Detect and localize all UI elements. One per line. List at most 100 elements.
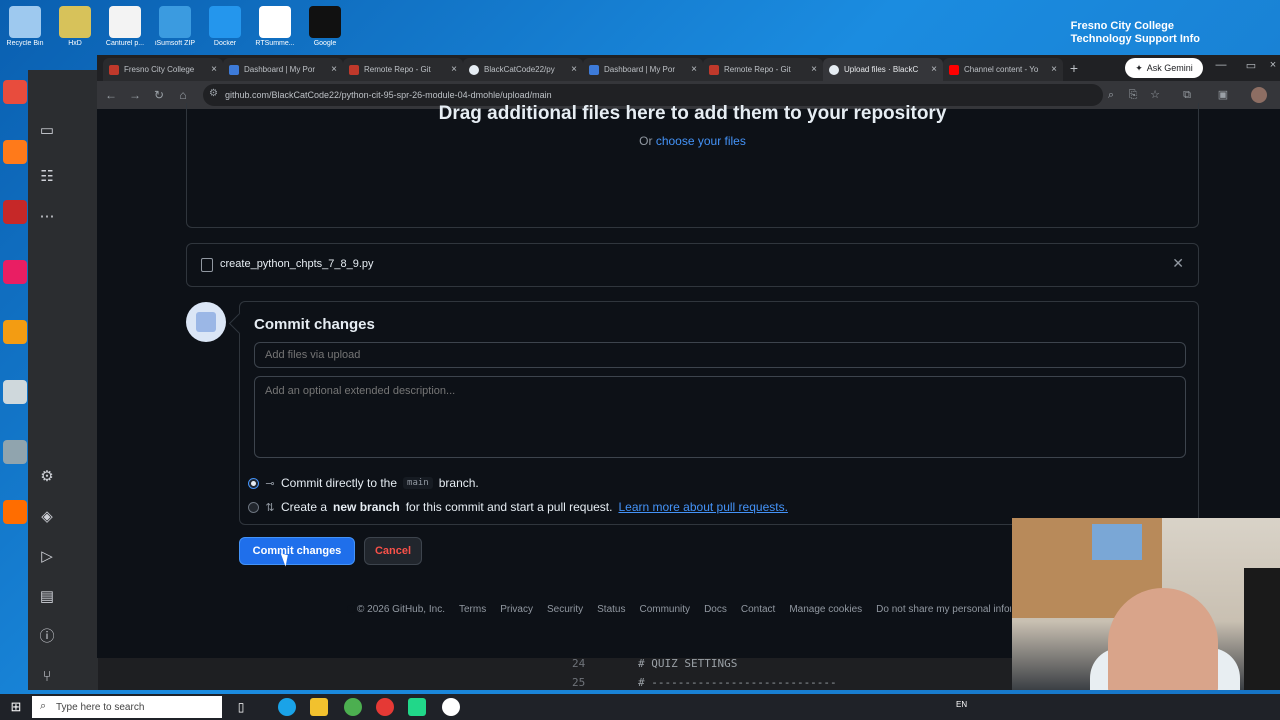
new-tab-button[interactable]: + [1065, 59, 1083, 77]
home-icon[interactable]: ⌂ [175, 87, 191, 103]
desktop-icon[interactable]: Recycle Bin [0, 4, 50, 58]
desktop-icon[interactable] [0, 500, 30, 556]
more-icon[interactable]: ⋯ [36, 206, 58, 228]
close-icon[interactable]: × [931, 64, 937, 75]
taskbar: ⊞ ⌕ Type here to search ▯ EN [0, 694, 1280, 720]
desktop-icon-label: Google [313, 40, 337, 47]
desktop-icon[interactable]: Docker [200, 4, 250, 58]
packages-icon[interactable]: ◈ [36, 506, 58, 528]
choose-files-link[interactable]: choose your files [656, 134, 746, 148]
maximize-icon[interactable]: ▭ [1241, 59, 1261, 72]
close-icon[interactable]: × [811, 64, 817, 75]
learn-more-link[interactable]: Learn more about pull requests. [618, 500, 787, 514]
terminal-icon[interactable]: ▤ [36, 586, 58, 608]
desktop-icon[interactable] [0, 260, 30, 316]
github-desktop-icon[interactable] [442, 698, 460, 716]
browser-tab-active[interactable]: Upload files · BlackC × [823, 58, 943, 81]
commit-direct-option[interactable]: ⊸ Commit directly to the main branch. [248, 474, 479, 492]
monitor-icon [3, 440, 27, 464]
python-icon[interactable]: ⚙ [36, 466, 58, 488]
desktop-icon[interactable] [0, 200, 30, 256]
drop-zone[interactable]: Drag additional files here to add them t… [186, 103, 1199, 228]
minimize-icon[interactable]: — [1211, 59, 1231, 71]
footer-link-manage-cookies[interactable]: Manage cookies [789, 604, 862, 615]
person-head [1108, 588, 1218, 690]
desktop-icon[interactable] [0, 320, 30, 376]
git-icon[interactable]: ⑂ [36, 666, 58, 688]
browser-tab[interactable]: Channel content - Yo × [943, 58, 1063, 81]
close-icon[interactable]: × [691, 64, 697, 75]
footer-link-do-not-share[interactable]: Do not share my personal infor [876, 604, 1011, 615]
desktop-icon[interactable] [0, 80, 30, 136]
extensions-icon[interactable]: ⧉ [1179, 87, 1195, 103]
desktop-icon[interactable] [0, 440, 30, 496]
install-icon[interactable]: ⎘ [1125, 87, 1141, 103]
sparkle-icon: ✦ [1135, 62, 1143, 73]
footer-link-docs[interactable]: Docs [704, 604, 727, 615]
pycharm-icon[interactable] [408, 698, 426, 716]
commit-description-field[interactable] [254, 376, 1186, 458]
footer-link-privacy[interactable]: Privacy [500, 604, 533, 615]
edge-icon[interactable] [278, 698, 296, 716]
desktop-icon[interactable]: Canturel p... [100, 4, 150, 58]
chrome-profile-icon[interactable] [376, 698, 394, 716]
close-icon[interactable]: × [1051, 64, 1057, 75]
github-icon [829, 64, 839, 75]
desktop-icon[interactable] [0, 140, 30, 196]
file-explorer-icon[interactable] [310, 698, 328, 716]
browser-tab[interactable]: Remote Repo - Git × [343, 58, 463, 81]
footer-link-security[interactable]: Security [547, 604, 583, 615]
back-icon[interactable]: ← [103, 87, 119, 103]
footer-link-contact[interactable]: Contact [741, 604, 775, 615]
new-branch-option[interactable]: ⇅ Create a new branch for this commit an… [248, 498, 788, 516]
close-icon[interactable]: × [571, 64, 577, 75]
cancel-button[interactable]: Cancel [364, 537, 422, 565]
structure-icon[interactable]: ☷ [36, 166, 58, 188]
desktop-icon[interactable]: iSumsoft ZIP [150, 4, 200, 58]
commit-title: Commit changes [254, 316, 375, 333]
desktop-icon[interactable]: Google [300, 4, 350, 58]
browser-tab[interactable]: BlackCatCode22/py × [463, 58, 583, 81]
folder-icon[interactable]: ▭ [36, 120, 58, 142]
commit-summary-input[interactable] [254, 342, 1186, 368]
close-icon[interactable]: × [331, 64, 337, 75]
desktop-icon-label: Canturel p... [105, 40, 145, 47]
close-icon[interactable]: × [211, 64, 217, 75]
sidebar-icon[interactable]: ▣ [1215, 87, 1231, 103]
reload-icon[interactable]: ↻ [151, 87, 167, 103]
close-icon[interactable]: × [451, 64, 457, 75]
code-line: # QUIZ SETTINGS [638, 657, 738, 670]
run-icon[interactable]: ▷ [36, 546, 58, 568]
commit-changes-button[interactable]: Commit changes [239, 537, 355, 565]
forward-icon[interactable]: → [127, 87, 143, 103]
bookmark-star-icon[interactable]: ☆ [1147, 87, 1163, 103]
close-window-icon[interactable]: × [1263, 59, 1280, 71]
taskbar-search[interactable]: ⌕ Type here to search [32, 696, 222, 718]
browser-tab[interactable]: Dashboard | My Por × [583, 58, 703, 81]
footer-link-community[interactable]: Community [639, 604, 690, 615]
desktop-icons-top: Recycle Bin HxD Canturel p... iSumsoft Z… [0, 4, 350, 58]
site-info-icon[interactable]: ⚙ [209, 88, 218, 99]
desktop-icon[interactable]: HxD [50, 4, 100, 58]
language-indicator[interactable]: EN [956, 700, 967, 709]
url-text: github.com/BlackCatCode22/python-cit-95-… [225, 90, 552, 100]
zoom-icon[interactable]: ⌕ [1103, 87, 1119, 103]
commit-panel: Commit changes ⊸ Commit directly to the … [239, 301, 1199, 525]
chrome-icon[interactable] [344, 698, 362, 716]
task-view-icon[interactable]: ▯ [232, 698, 250, 716]
browser-tab[interactable]: Dashboard | My Por × [223, 58, 343, 81]
footer-link-terms[interactable]: Terms [459, 604, 486, 615]
ask-gemini-button[interactable]: ✦ Ask Gemini [1125, 58, 1203, 78]
footer-link-status[interactable]: Status [597, 604, 625, 615]
browser-tab[interactable]: Fresno City College × [103, 58, 223, 81]
new-branch-radio[interactable] [248, 501, 259, 513]
browser-tab[interactable]: Remote Repo - Git × [703, 58, 823, 81]
commit-direct-radio[interactable] [248, 477, 259, 489]
windows-start-icon[interactable]: ⊞ [8, 699, 24, 715]
remove-file-icon[interactable]: ✕ [1172, 255, 1184, 272]
problems-icon[interactable]: ⓘ [36, 626, 58, 648]
docker-icon [209, 6, 241, 38]
desktop-icon[interactable]: RTSumme... [250, 4, 300, 58]
desktop-icon[interactable] [0, 380, 30, 436]
profile-avatar[interactable] [1251, 87, 1267, 103]
